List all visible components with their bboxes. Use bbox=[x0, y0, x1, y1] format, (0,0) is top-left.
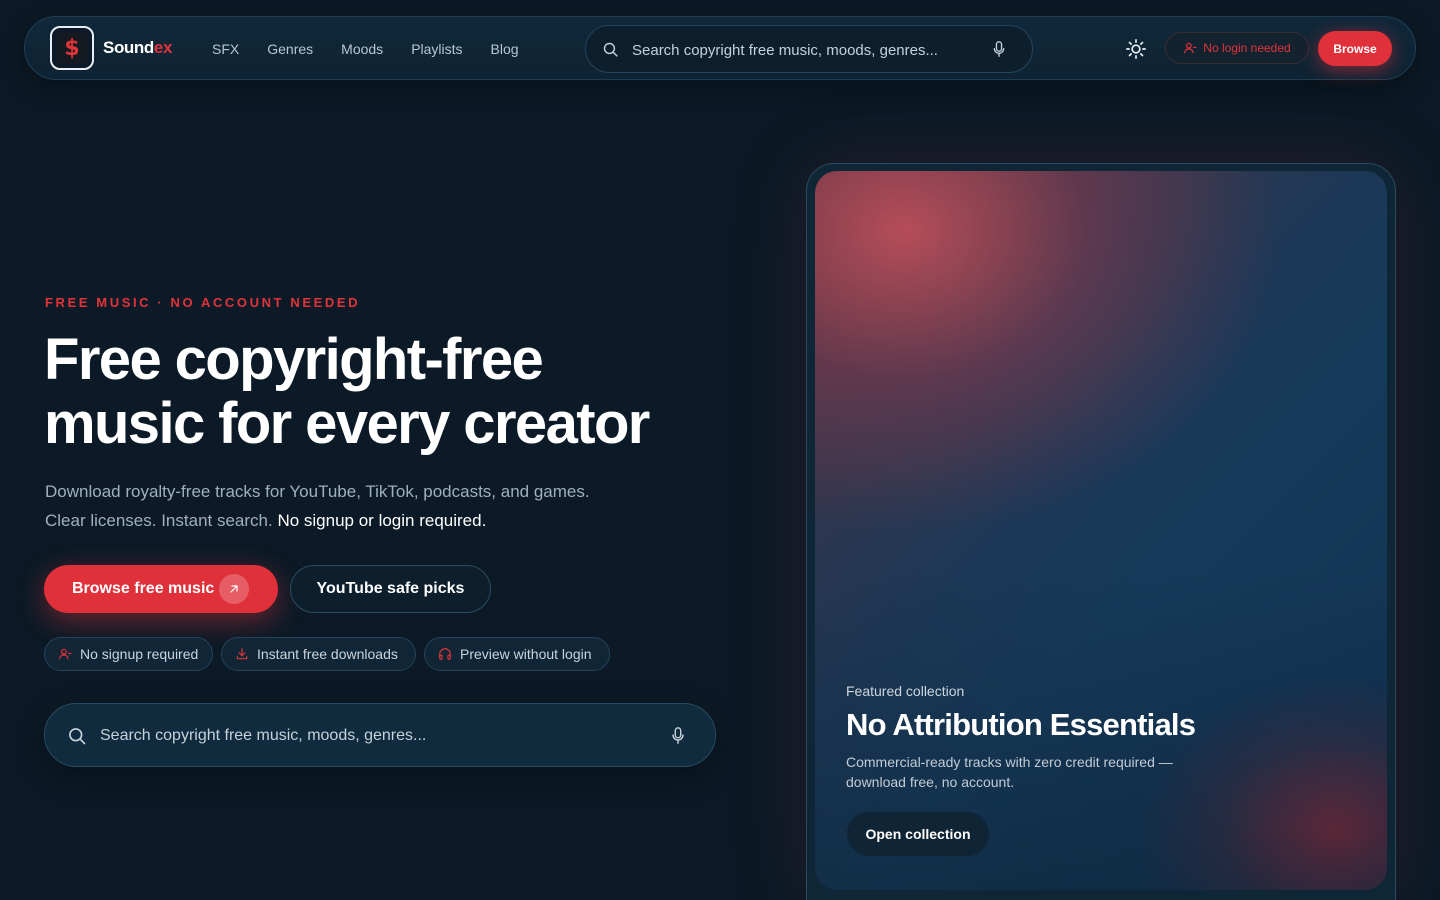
logo-dollar-icon: $ bbox=[56, 32, 88, 64]
chip-label: Instant free downloads bbox=[257, 646, 398, 662]
nav-link-sfx[interactable]: SFX bbox=[212, 41, 239, 57]
top-navbar: $ Soundex SFX Genres Moods Playlists Blo… bbox=[24, 16, 1416, 80]
hero-eyebrow: FREE MUSIC · NO ACCOUNT NEEDED bbox=[45, 295, 361, 310]
logo[interactable]: $ bbox=[50, 26, 94, 70]
nav-search-bar bbox=[585, 25, 1033, 73]
brand-name[interactable]: Soundex bbox=[103, 38, 172, 58]
hero-headline-line1: Free copyright-free bbox=[44, 327, 544, 392]
browse-free-music-button[interactable]: Browse free music bbox=[44, 565, 278, 613]
hero-search-input[interactable] bbox=[100, 724, 620, 748]
chip-no-signup[interactable]: No signup required bbox=[44, 637, 213, 671]
user-icon bbox=[1184, 42, 1197, 54]
arrow-up-right-icon bbox=[219, 574, 249, 604]
nav-links: SFX Genres Moods Playlists Blog bbox=[212, 41, 547, 57]
chip-label: No signup required bbox=[80, 646, 199, 662]
hero-headline: Free copyright-free music for every crea… bbox=[44, 328, 744, 456]
brand-name-accent: ex bbox=[153, 38, 173, 57]
microphone-icon[interactable] bbox=[992, 41, 1006, 58]
chip-preview-without-login[interactable]: Preview without login bbox=[424, 637, 610, 671]
featured-title: No Attribution Essentials bbox=[846, 707, 1196, 742]
download-icon bbox=[236, 648, 248, 660]
no-login-label: No login needed bbox=[1203, 41, 1291, 55]
open-collection-button[interactable]: Open collection bbox=[847, 812, 989, 856]
microphone-icon[interactable] bbox=[671, 727, 685, 745]
search-icon bbox=[69, 728, 86, 745]
browse-free-music-label: Browse free music bbox=[72, 580, 215, 597]
featured-label: Featured collection bbox=[846, 683, 965, 699]
hero-subcopy: Download royalty-free tracks for YouTube… bbox=[45, 477, 605, 535]
user-icon bbox=[59, 648, 72, 660]
chip-instant-downloads[interactable]: Instant free downloads bbox=[221, 637, 416, 671]
sun-icon[interactable] bbox=[1125, 38, 1147, 60]
nav-link-genres[interactable]: Genres bbox=[267, 41, 313, 57]
hero-search-bar bbox=[44, 703, 716, 767]
nav-link-blog[interactable]: Blog bbox=[491, 41, 519, 57]
hero-subcopy-strong: No signup or login required. bbox=[277, 511, 487, 530]
nav-search-input[interactable] bbox=[632, 38, 972, 62]
brand-name-main: Sound bbox=[103, 38, 154, 57]
nav-link-playlists[interactable]: Playlists bbox=[411, 41, 462, 57]
featured-description: Commercial-ready tracks with zero credit… bbox=[846, 754, 1173, 790]
hero-headline-line2: music for every creator bbox=[44, 391, 650, 456]
search-icon bbox=[603, 42, 618, 57]
youtube-safe-picks-button[interactable]: YouTube safe picks bbox=[290, 565, 491, 613]
nav-link-moods[interactable]: Moods bbox=[341, 41, 383, 57]
chip-label: Preview without login bbox=[460, 646, 592, 662]
headphones-icon bbox=[439, 648, 451, 660]
browse-button[interactable]: Browse bbox=[1318, 31, 1392, 66]
no-login-badge[interactable]: No login needed bbox=[1165, 32, 1309, 64]
